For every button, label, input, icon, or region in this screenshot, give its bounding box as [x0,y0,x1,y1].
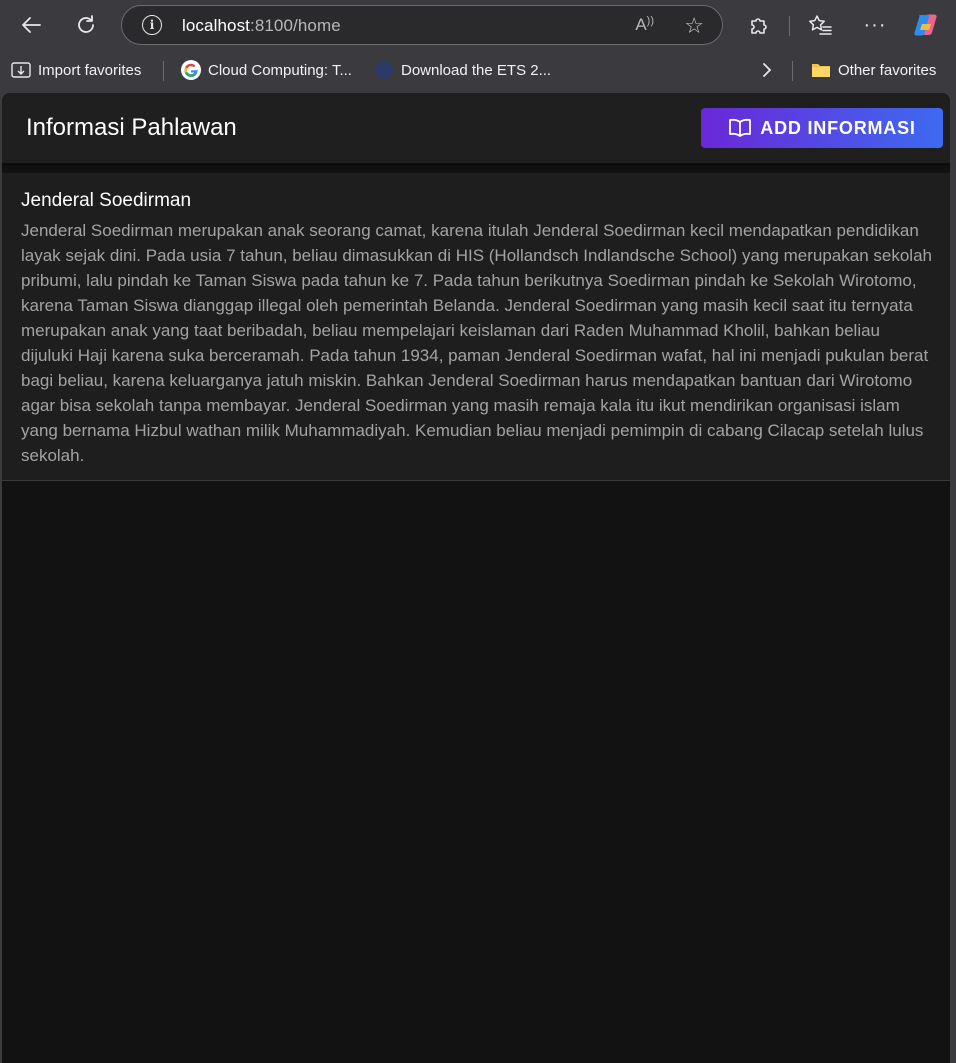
app-window: Informasi Pahlawan ADD INFORMASI Jendera… [2,93,950,1063]
bookmark-divider [792,61,793,81]
address-bar[interactable]: i localhost:8100/home A)) ☆ [121,5,723,45]
site-info-icon[interactable]: i [142,15,162,35]
hero-name: Jenderal Soedirman [21,190,192,211]
puzzle-icon [751,18,767,34]
bookmark-cloud-computing[interactable]: Cloud Computing: T... [181,60,352,80]
google-icon [181,60,201,80]
refresh-icon [78,15,94,33]
bookmarks-bar: Import favorites Cloud Computing: T... D… [0,50,956,90]
url-text: localhost:8100/home [182,16,341,35]
copilot-icon [914,14,937,36]
favorites-button[interactable] [804,9,836,41]
ellipsis-icon: ··· [863,13,887,36]
page-title: Informasi Pahlawan [26,114,237,141]
add-informasi-label: ADD INFORMASI [760,117,916,138]
copilot-button[interactable] [910,9,942,41]
browser-toolbar: i localhost:8100/home A)) ☆ ··· [0,0,956,50]
import-icon [11,60,31,80]
app-header: Informasi Pahlawan ADD INFORMASI [2,93,950,163]
folder-icon [811,60,831,80]
globe-icon [374,60,394,80]
refresh-button[interactable] [70,9,102,41]
book-open-icon [729,118,752,137]
read-aloud-icon[interactable]: A)) [635,15,654,35]
more-menu-button[interactable]: ··· [859,9,891,41]
toolbar-divider [789,16,790,36]
favorites-list-icon [809,15,832,35]
bookmarks-overflow-button[interactable] [757,60,777,80]
bookmark-download-ets[interactable]: Download the ETS 2... [374,60,551,80]
favorite-star-icon[interactable]: ☆ [684,13,704,39]
back-button[interactable] [15,9,47,41]
bookmark-import-favorites[interactable]: Import favorites [11,60,141,80]
add-informasi-button[interactable]: ADD INFORMASI [701,108,943,148]
bookmark-divider [163,61,164,81]
other-favorites-folder[interactable]: Other favorites [811,60,936,80]
extensions-button[interactable] [743,9,775,41]
hero-description: Jenderal Soedirman merupakan anak seoran… [21,221,932,465]
list-item[interactable]: Jenderal Soedirman Jenderal Soedirman me… [2,173,950,481]
chevron-right-icon [757,60,777,80]
back-arrow-icon [22,17,41,33]
